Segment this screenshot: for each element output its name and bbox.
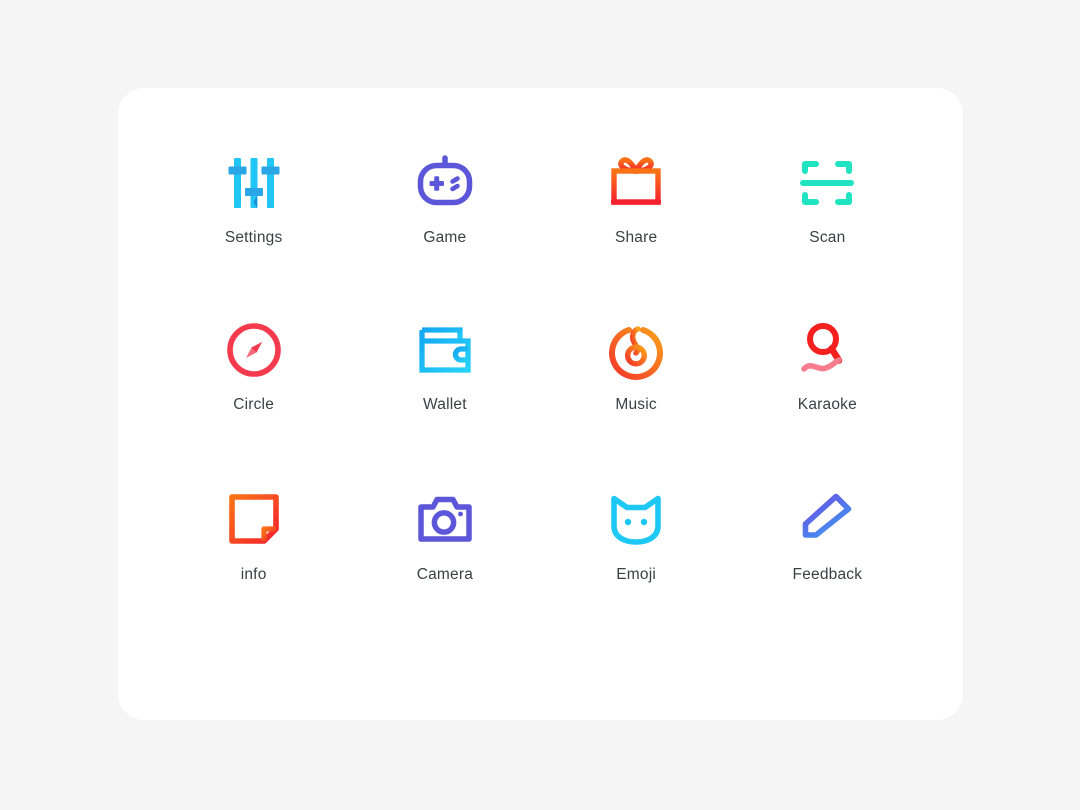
music-note-ring-icon[interactable] bbox=[605, 319, 667, 381]
grid-item-label: Scan bbox=[809, 229, 846, 246]
grid-item-label: Settings bbox=[224, 229, 283, 246]
pencil-edit-icon[interactable] bbox=[796, 489, 858, 551]
cat-face-icon[interactable] bbox=[605, 489, 667, 551]
grid-item-scan[interactable]: Scan bbox=[732, 152, 923, 321]
app-screen: Settings Game Share Scan Circle Wallet M… bbox=[0, 0, 1080, 810]
grid-item-wallet[interactable]: Wallet bbox=[349, 319, 540, 490]
grid-item-music[interactable]: Music bbox=[541, 319, 732, 490]
grid-item-share[interactable]: Share bbox=[541, 152, 732, 321]
grid-item-label: Camera bbox=[416, 565, 474, 583]
grid-item-label: Share bbox=[614, 229, 658, 246]
grid-item-label: Game bbox=[423, 229, 467, 246]
grid-item-karaoke[interactable]: Karaoke bbox=[732, 319, 923, 490]
grid-item-emoji[interactable]: Emoji bbox=[541, 489, 732, 660]
note-document-icon[interactable] bbox=[223, 489, 285, 551]
grid-item-info[interactable]: info bbox=[158, 489, 349, 660]
grid-item-label: Music bbox=[615, 396, 657, 414]
grid-item-label: Wallet bbox=[423, 396, 467, 414]
gift-box-icon[interactable] bbox=[605, 152, 667, 214]
grid-item-settings[interactable]: Settings bbox=[158, 152, 349, 321]
grid-item-feedback[interactable]: Feedback bbox=[732, 489, 923, 660]
game-controller-icon[interactable] bbox=[414, 152, 476, 214]
grid-item-game[interactable]: Game bbox=[349, 152, 540, 321]
grid-item-label: Feedback bbox=[792, 565, 863, 583]
grid-item-camera[interactable]: Camera bbox=[349, 489, 540, 660]
compass-icon[interactable] bbox=[223, 319, 285, 381]
icon-card-panel: Settings Game Share Scan Circle Wallet M… bbox=[118, 88, 963, 720]
grid-item-label: Karaoke bbox=[797, 396, 857, 414]
wallet-icon[interactable] bbox=[414, 319, 476, 381]
grid-item-circle[interactable]: Circle bbox=[158, 319, 349, 490]
grid-item-label: Emoji bbox=[616, 565, 656, 583]
grid-item-label: Circle bbox=[233, 396, 275, 414]
scan-frame-icon[interactable] bbox=[796, 152, 858, 214]
camera-icon[interactable] bbox=[414, 489, 476, 551]
grid-item-label: info bbox=[240, 565, 267, 583]
microphone-icon[interactable] bbox=[796, 319, 858, 381]
icon-grid: Settings Game Share Scan Circle Wallet M… bbox=[118, 88, 963, 720]
sliders-icon[interactable] bbox=[223, 152, 285, 214]
